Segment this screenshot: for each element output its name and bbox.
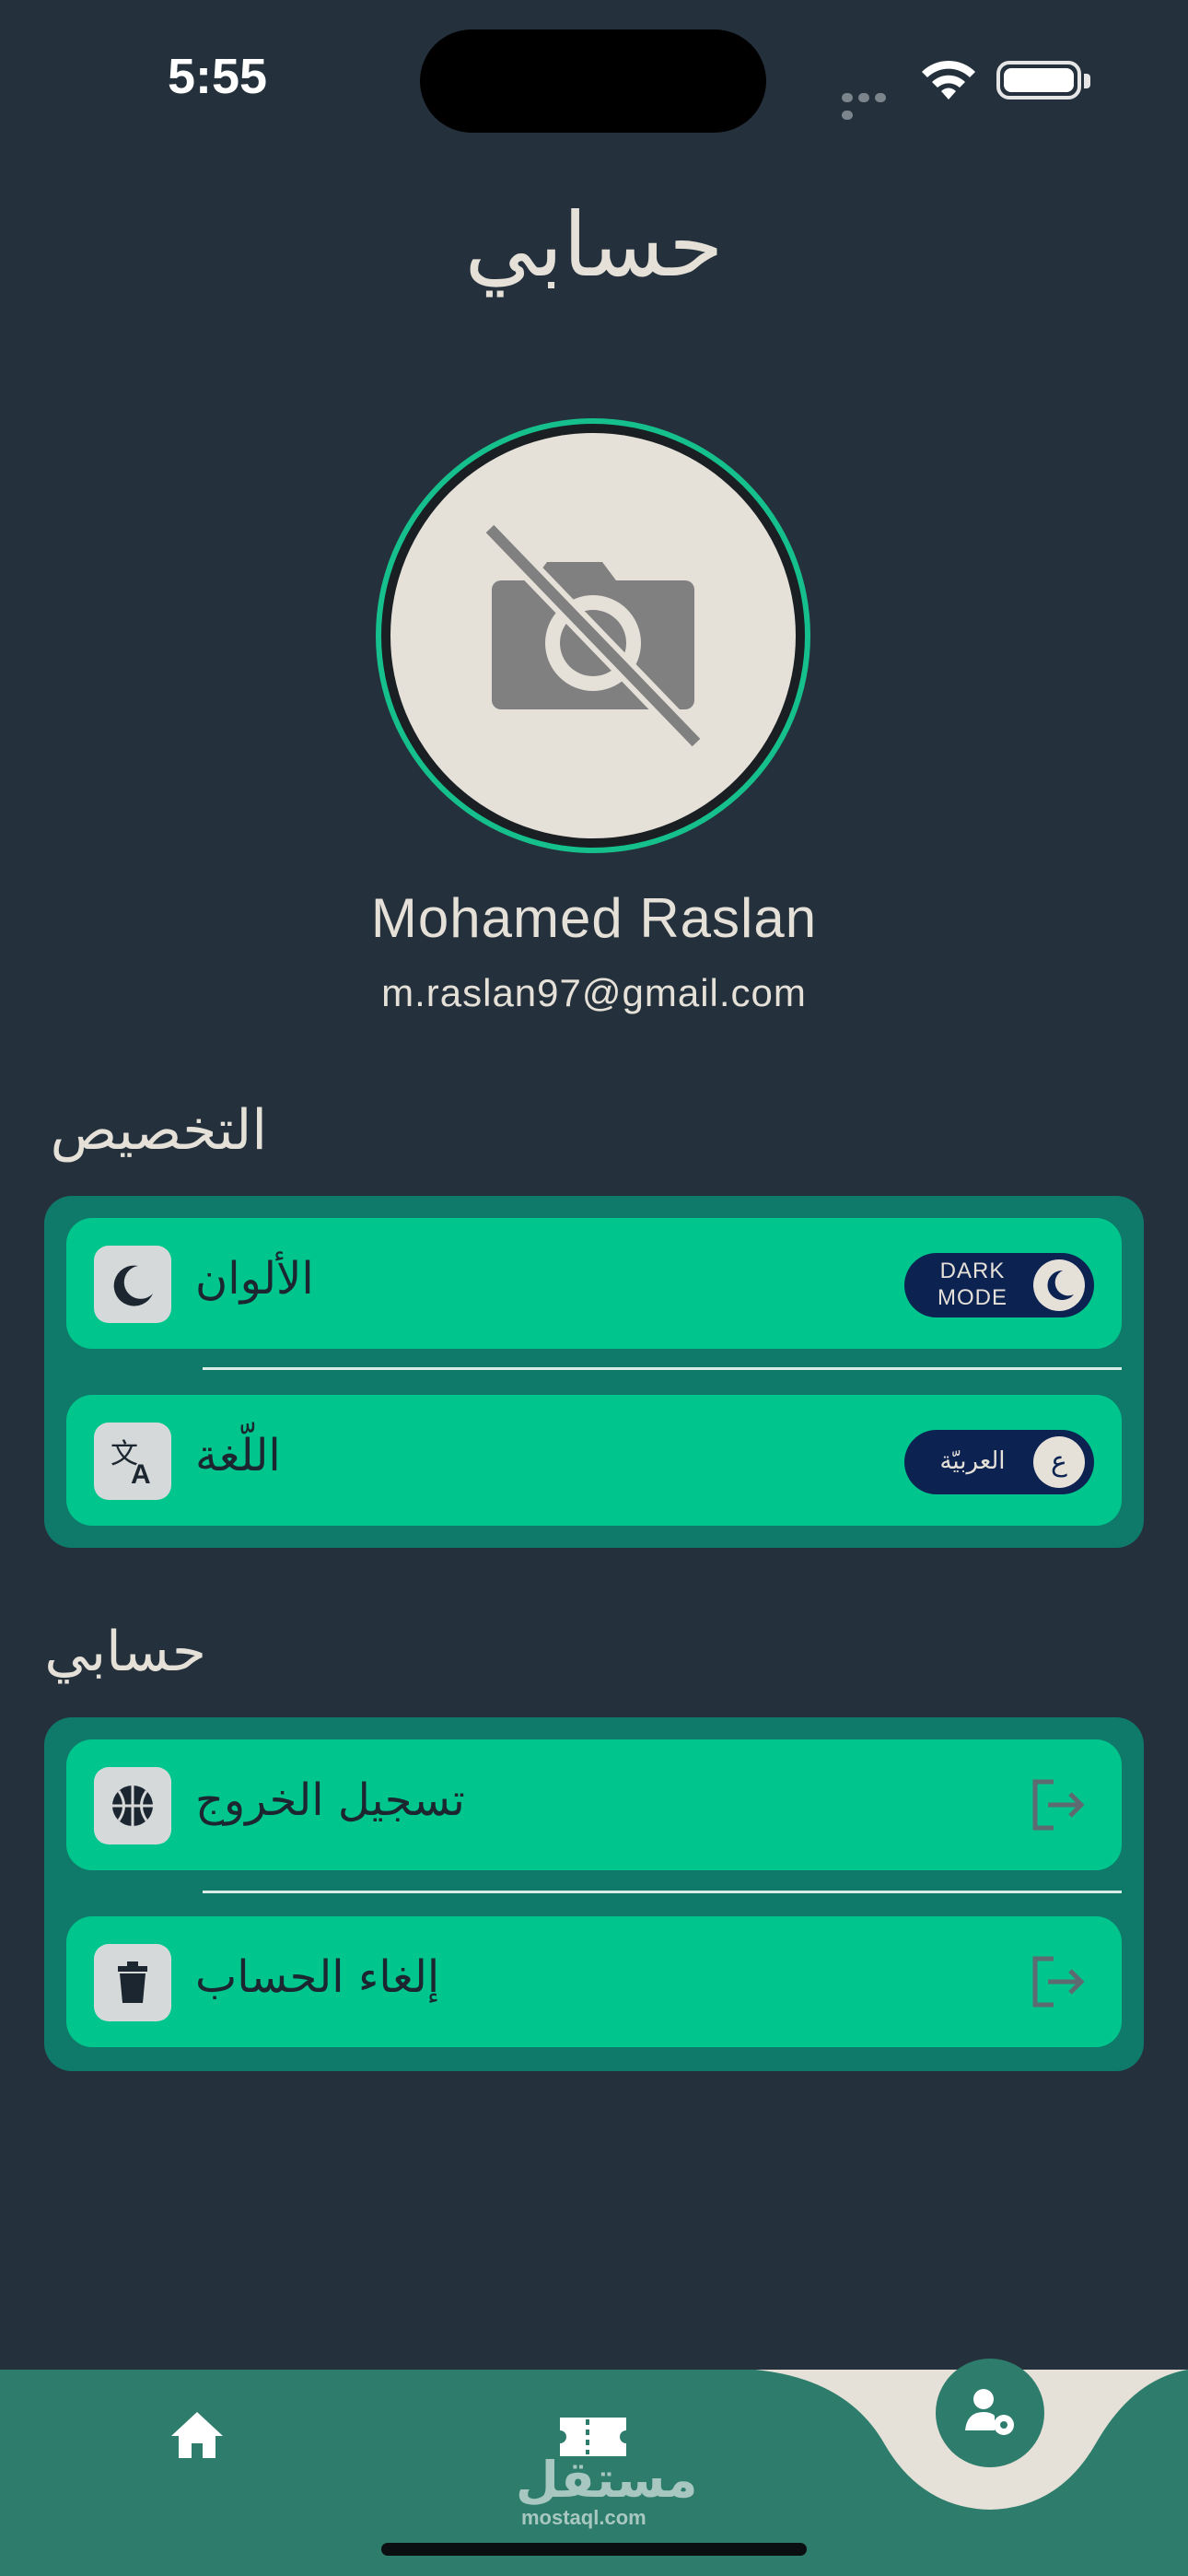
moon-icon — [94, 1246, 171, 1323]
home-icon — [171, 2412, 223, 2458]
svg-text:A: A — [131, 1459, 151, 1487]
delete-account-label: إلغاء الحساب — [195, 1951, 440, 2003]
watermark-logo: مستقل — [516, 2451, 698, 2509]
language-toggle[interactable]: العربيّة ع — [904, 1430, 1094, 1494]
delete-account-row[interactable]: إلغاء الحساب — [66, 1916, 1122, 2047]
basketball-icon — [94, 1767, 171, 1844]
user-settings-icon — [965, 2389, 1014, 2435]
logout-row[interactable]: تسجيل الخروج — [66, 1739, 1122, 1870]
language-label: اللّغة — [195, 1430, 281, 1481]
section-title-customization: التخصيص — [50, 1098, 267, 1163]
divider — [203, 1367, 1122, 1370]
delete-arrow-icon — [1028, 1953, 1087, 2014]
signal-icon — [842, 88, 906, 120]
divider — [203, 1891, 1122, 1893]
status-time: 5:55 — [168, 49, 268, 104]
arabic-letter-icon: ع — [1051, 1446, 1067, 1478]
translate-icon: 文 A — [94, 1423, 171, 1500]
language-knob: ع — [1033, 1436, 1085, 1488]
toggle-knob-moon-icon — [1033, 1259, 1085, 1311]
profile-settings-button[interactable] — [936, 2359, 1044, 2467]
logout-arrow-icon — [1028, 1776, 1087, 1837]
user-name: Mohamed Raslan — [370, 887, 818, 949]
page-title: حسابي — [464, 193, 724, 297]
logout-label: تسجيل الخروج — [195, 1774, 465, 1826]
user-email: m.raslan97@gmail.com — [381, 971, 807, 1014]
section-title-account: حسابي — [44, 1620, 206, 1684]
trash-icon — [94, 1944, 171, 2021]
colors-label: الألوان — [195, 1253, 314, 1305]
dynamic-island — [420, 29, 766, 133]
dark-mode-toggle[interactable]: DARK MODE — [904, 1253, 1094, 1317]
home-indicator — [381, 2543, 807, 2556]
account-card: تسجيل الخروج إلغاء الحساب — [44, 1717, 1144, 2071]
avatar[interactable] — [390, 433, 796, 838]
battery-icon — [996, 61, 1090, 100]
no-camera-icon — [483, 525, 704, 746]
watermark-url: mostaql.com — [521, 2506, 646, 2529]
language-row[interactable]: 文 A اللّغة العربيّة ع — [66, 1395, 1122, 1526]
colors-row[interactable]: الألوان DARK MODE — [66, 1218, 1122, 1349]
dark-mode-text: DARK MODE — [938, 1259, 1007, 1310]
customization-card: الألوان DARK MODE 文 A اللّغة العربيّة ع — [44, 1196, 1144, 1548]
wifi-icon — [919, 57, 978, 107]
nav-home[interactable] — [168, 2408, 227, 2464]
language-toggle-text: العربيّة — [939, 1447, 1006, 1476]
